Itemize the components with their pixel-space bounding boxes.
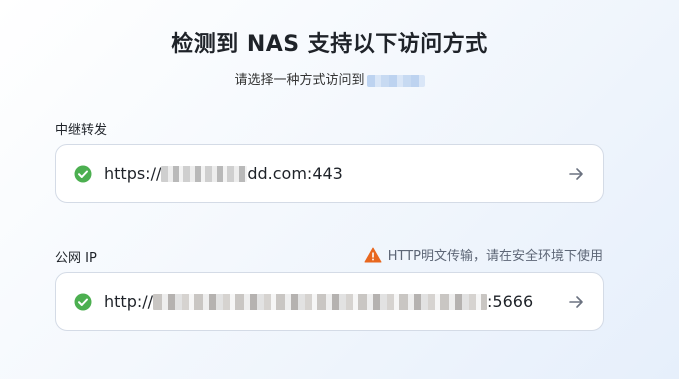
relay-url: https:// dd.com:443 — [104, 164, 343, 183]
subtitle-text: 请选择一种方式访问到 — [234, 73, 365, 88]
redacted-device-name — [366, 74, 425, 87]
relay-url-prefix: https:// — [104, 164, 162, 183]
check-circle-icon — [74, 165, 92, 182]
redacted-ip-address — [153, 293, 488, 310]
relay-section-label: 中继转发 — [55, 123, 108, 138]
arrow-right-icon[interactable] — [567, 293, 585, 311]
check-circle-icon — [74, 293, 92, 310]
page-subtitle: 请选择一种方式访问到 — [0, 69, 659, 88]
public-ip-access-card[interactable]: http:// :5666 — [55, 272, 604, 331]
relay-access-card[interactable]: https:// dd.com:443 — [55, 144, 604, 203]
http-warning-text: HTTP明文传输，请在安全环境下使用 — [387, 249, 603, 264]
arrow-right-icon[interactable] — [567, 165, 585, 183]
page-title: 检测到 NAS 支持以下访问方式 — [171, 32, 488, 57]
redacted-host — [161, 165, 248, 182]
public-ip-section-label: 公网 IP — [55, 251, 97, 266]
http-warning: HTTP明文传输，请在安全环境下使用 — [364, 245, 603, 264]
relay-url-suffix: dd.com:443 — [247, 164, 343, 183]
public-ip-url-suffix: :5666 — [487, 292, 534, 311]
public-ip-url-prefix: http:// — [104, 292, 154, 311]
warning-triangle-icon — [364, 247, 382, 262]
public-ip-url: http:// :5666 — [104, 292, 533, 311]
